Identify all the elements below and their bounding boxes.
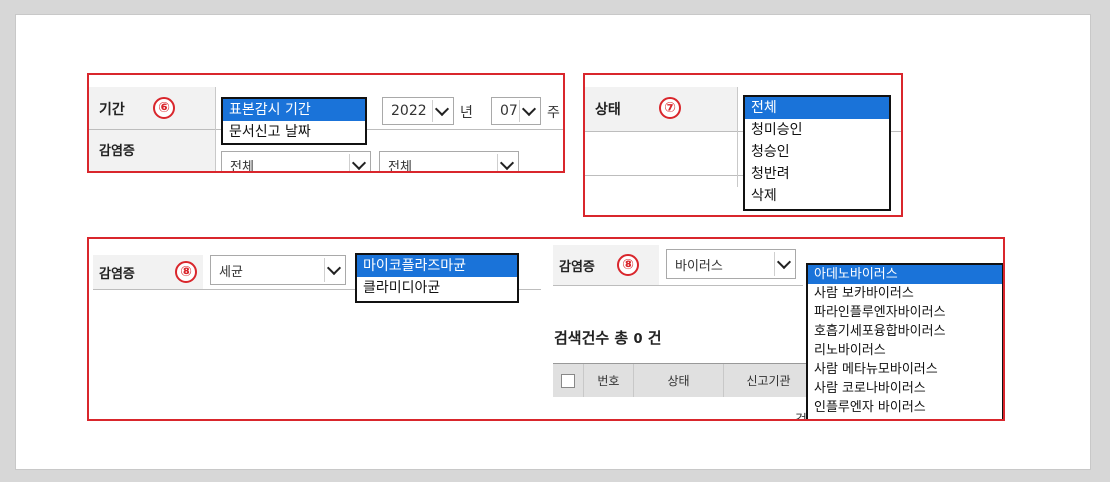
search-count-suffix: 건 bbox=[647, 329, 662, 347]
col-status[interactable]: 상태 bbox=[634, 364, 725, 397]
bacteria-label-cell: 감염증 ⑧ bbox=[93, 255, 203, 289]
infection-select-2[interactable]: 전체 bbox=[379, 151, 519, 173]
chevron-down-icon bbox=[497, 154, 516, 171]
col-number[interactable]: 번호 bbox=[583, 364, 635, 397]
col-divider bbox=[737, 87, 738, 187]
period-option-report-date[interactable]: 문서신고 날짜 bbox=[223, 121, 365, 143]
status-option-rejected[interactable]: 청반려 bbox=[745, 163, 889, 185]
virus-option-corona[interactable]: 사람 코로나바이러스 bbox=[808, 379, 1002, 398]
bacteria-label: 감염증 bbox=[99, 267, 135, 282]
virus-category-value: 바이러스 bbox=[675, 258, 723, 274]
bacteria-category-value: 세균 bbox=[219, 264, 243, 280]
select-all-cell bbox=[553, 364, 584, 397]
select-all-checkbox[interactable] bbox=[560, 373, 575, 388]
virus-option-rhino[interactable]: 리노바이러스 bbox=[808, 341, 1002, 360]
period-type-dropdown[interactable]: 표본감시 기간 문서신고 날짜 bbox=[221, 97, 367, 145]
infection-label: 감염증 bbox=[99, 144, 135, 159]
status-dropdown[interactable]: 전체 청미승인 청승인 청반려 삭제 bbox=[743, 95, 891, 211]
infection-select-1-value: 전체 bbox=[230, 159, 254, 173]
status-label-cell: 상태 ⑦ bbox=[585, 87, 737, 131]
virus-option-rsv[interactable]: 호흡기세포융합바이러스 bbox=[808, 322, 1002, 341]
week-unit: 주 bbox=[547, 105, 560, 121]
virus-option-boca[interactable]: 사람 보카바이러스 bbox=[808, 284, 1002, 303]
results-table-header: 번호 상태 신고기관 bbox=[553, 363, 814, 397]
status-option-deleted[interactable]: 삭제 bbox=[745, 185, 889, 207]
section-period-highlight: 기간 ⑥ 감염증 표본감시 기간 문서신고 날짜 2022 년 07 주 전체 bbox=[87, 73, 565, 173]
virus-option-influenza[interactable]: 인플루엔자 바이러스 bbox=[808, 398, 1002, 417]
chevron-down-icon bbox=[774, 252, 793, 276]
bacteria-dropdown[interactable]: 마이코플라즈마균 클라미디아균 bbox=[355, 253, 519, 303]
chevron-down-icon bbox=[432, 100, 451, 122]
virus-category-select[interactable]: 바이러스 bbox=[666, 249, 796, 279]
col-divider bbox=[215, 87, 216, 171]
search-count-number: 0 bbox=[633, 332, 643, 347]
status-label: 상태 bbox=[595, 102, 621, 118]
search-count-prefix: 검색건수 총 bbox=[554, 329, 629, 347]
row-divider bbox=[585, 175, 745, 176]
period-label-cell: 기간 ⑥ bbox=[89, 87, 215, 129]
year-value: 2022 bbox=[391, 103, 427, 119]
chevron-down-icon bbox=[519, 100, 538, 122]
virus-option-metapneumo[interactable]: 사람 메타뉴모바이러스 bbox=[808, 360, 1002, 379]
week-value: 07 bbox=[500, 103, 518, 119]
row-divider bbox=[553, 285, 803, 286]
virus-option-adeno[interactable]: 아데노바이러스 bbox=[808, 265, 1002, 284]
virus-label: 감염증 bbox=[559, 260, 595, 275]
status-option-approved[interactable]: 청승인 bbox=[745, 141, 889, 163]
virus-dropdown[interactable]: 아데노바이러스 사람 보카바이러스 파라인플루엔자바이러스 호흡기세포융합바이러… bbox=[806, 263, 1003, 419]
page-canvas: 기간 ⑥ 감염증 표본감시 기간 문서신고 날짜 2022 년 07 주 전체 bbox=[15, 14, 1091, 470]
period-option-sample[interactable]: 표본감시 기간 bbox=[223, 99, 365, 121]
bacteria-option-chlamydia[interactable]: 클라미디아균 bbox=[357, 277, 517, 299]
search-count: 검색건수 총 0 건 bbox=[554, 327, 662, 348]
bacteria-option-mycoplasma[interactable]: 마이코플라즈마균 bbox=[357, 255, 517, 277]
year-select[interactable]: 2022 bbox=[382, 97, 454, 125]
year-unit: 년 bbox=[460, 105, 473, 121]
chevron-down-icon bbox=[324, 258, 343, 282]
bacteria-category-select[interactable]: 세균 bbox=[210, 255, 346, 285]
infection-select-1[interactable]: 전체 bbox=[221, 151, 371, 173]
virus-option-parainfluenza[interactable]: 파라인플루엔자바이러스 bbox=[808, 303, 1002, 322]
col-reporting-agency[interactable]: 신고기관 bbox=[724, 364, 814, 397]
badge-8-right: ⑧ bbox=[617, 254, 639, 276]
period-label: 기간 bbox=[99, 102, 125, 118]
badge-6: ⑥ bbox=[153, 97, 175, 119]
section-infection-highlight: 감염증 ⑧ 세균 마이코플라즈마균 클라미디아균 감염증 ⑧ 바이러스 검색건수… bbox=[87, 237, 1005, 421]
status-option-all[interactable]: 전체 bbox=[745, 97, 889, 119]
week-select[interactable]: 07 bbox=[491, 97, 541, 125]
status-option-pending[interactable]: 청미승인 bbox=[745, 119, 889, 141]
badge-7: ⑦ bbox=[659, 97, 681, 119]
badge-8-left: ⑧ bbox=[175, 261, 197, 283]
virus-label-cell: 감염증 ⑧ bbox=[553, 245, 659, 285]
section-status-highlight: 상태 ⑦ 전체 청미승인 청승인 청반려 삭제 bbox=[583, 73, 903, 217]
chevron-down-icon bbox=[349, 154, 368, 171]
infection-select-2-value: 전체 bbox=[388, 159, 412, 173]
infection-label-cell: 감염증 bbox=[89, 130, 215, 171]
